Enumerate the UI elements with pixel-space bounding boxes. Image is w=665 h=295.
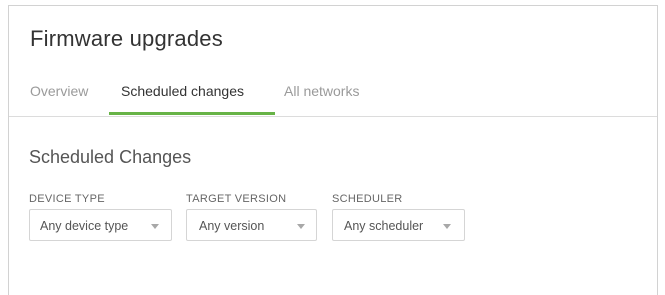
chevron-down-icon [151, 224, 159, 229]
chevron-down-icon [297, 224, 305, 229]
tab-overview[interactable]: Overview [30, 83, 88, 99]
tab-bar: Overview Scheduled changes All networks [9, 76, 657, 117]
active-tab-indicator [109, 112, 275, 115]
device-type-value: Any device type [40, 219, 129, 233]
scheduler-label: SCHEDULER [332, 193, 403, 205]
page-title: Firmware upgrades [30, 26, 223, 51]
target-version-label: TARGET VERSION [186, 193, 287, 205]
target-version-value: Any version [199, 219, 265, 233]
tab-scheduled-changes[interactable]: Scheduled changes [121, 83, 244, 99]
device-type-select[interactable]: Any device type [29, 209, 172, 241]
device-type-label: DEVICE TYPE [29, 193, 105, 205]
firmware-upgrades-panel: Firmware upgrades Overview Scheduled cha… [8, 5, 658, 295]
target-version-select[interactable]: Any version [186, 209, 317, 241]
scheduler-value: Any scheduler [344, 219, 424, 233]
tab-all-networks[interactable]: All networks [284, 83, 359, 99]
chevron-down-icon [443, 224, 451, 229]
scheduler-select[interactable]: Any scheduler [332, 209, 465, 241]
section-title: Scheduled Changes [29, 147, 192, 167]
